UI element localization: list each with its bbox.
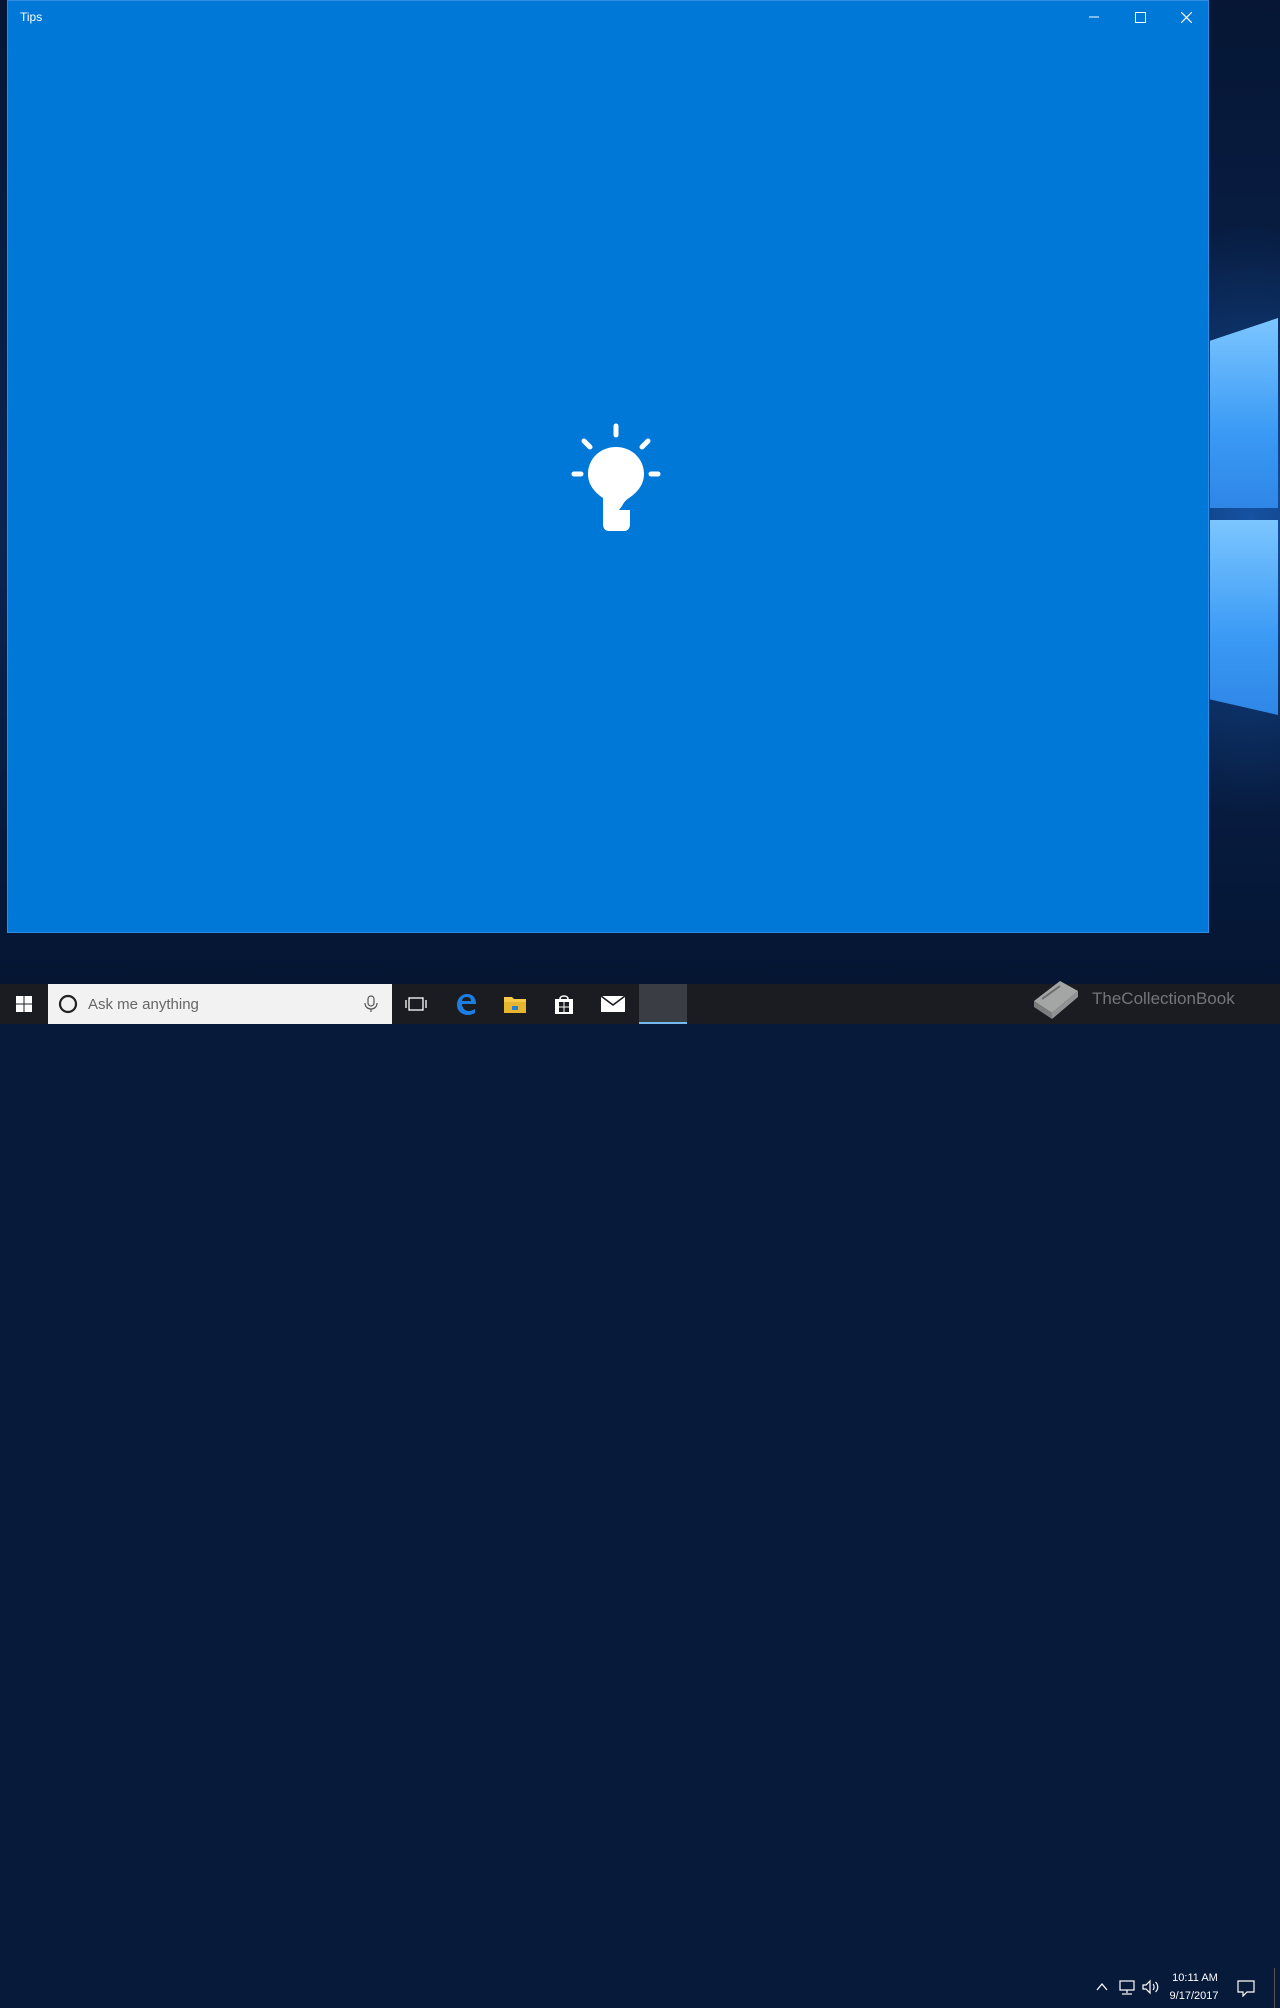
- windows-logo-icon: [16, 996, 32, 1012]
- maximize-button[interactable]: [1117, 1, 1163, 33]
- store-icon: [555, 995, 573, 1014]
- lightbulb-icon: [571, 423, 661, 531]
- microphone-icon[interactable]: [363, 995, 379, 1013]
- tips-app-button[interactable]: [639, 984, 687, 1024]
- start-button[interactable]: [0, 984, 48, 1024]
- task-view-button[interactable]: [392, 984, 440, 1024]
- maximize-icon: [1134, 11, 1146, 23]
- file-explorer-button[interactable]: [491, 984, 539, 1024]
- book-icon: [1034, 981, 1078, 1019]
- title-bar[interactable]: Tips: [8, 1, 1208, 33]
- watermark-text: TheCollectionBook: [1092, 989, 1235, 1008]
- search-box[interactable]: Ask me anything: [48, 984, 392, 1024]
- minimize-icon: [1089, 16, 1099, 18]
- task-view-icon: [405, 997, 427, 1011]
- close-button[interactable]: [1163, 1, 1209, 33]
- action-center-icon[interactable]: [1237, 1979, 1255, 1997]
- clock-date[interactable]: 9/17/2017: [1166, 1990, 1222, 2002]
- clock-time[interactable]: 10:11 AM: [1170, 1972, 1220, 1984]
- show-desktop-button[interactable]: [1274, 1968, 1280, 2008]
- close-icon: [1180, 11, 1192, 23]
- mail-button[interactable]: [589, 984, 637, 1024]
- window-title: Tips: [20, 10, 43, 24]
- chevron-up-icon[interactable]: [1095, 1980, 1109, 1994]
- store-button[interactable]: [540, 984, 588, 1024]
- tips-window: Tips: [7, 0, 1209, 933]
- wallpaper-logo-pane: [1210, 520, 1278, 715]
- mail-icon: [600, 995, 626, 1012]
- wallpaper-logo-pane: [1210, 318, 1278, 508]
- folder-icon: [504, 997, 526, 1013]
- network-icon[interactable]: [1118, 1979, 1136, 1995]
- edge-button[interactable]: [442, 984, 490, 1024]
- cortana-circle-icon: [58, 994, 78, 1014]
- minimize-button[interactable]: [1071, 1, 1117, 33]
- search-placeholder: Ask me anything: [88, 996, 199, 1013]
- volume-icon[interactable]: [1141, 1979, 1161, 1995]
- taskbar: Ask me anything 10:11 AM 9/17/2017: [0, 984, 1280, 2008]
- edge-icon: [457, 994, 476, 1015]
